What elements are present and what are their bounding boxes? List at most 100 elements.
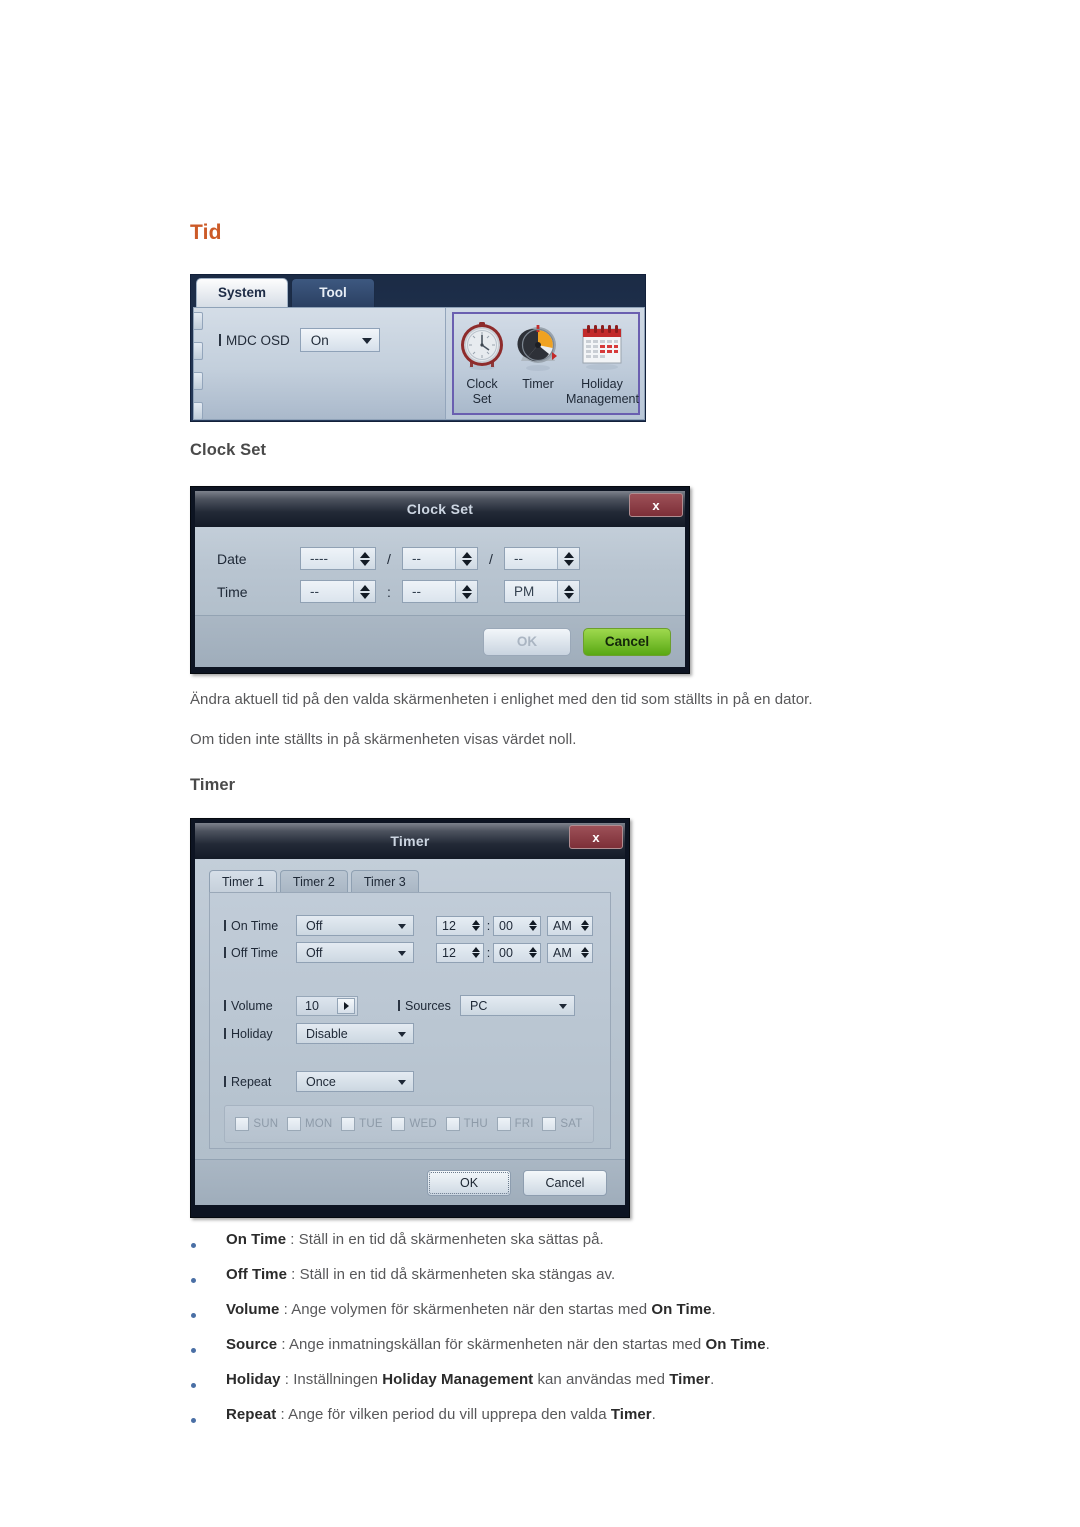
- checkbox-icon[interactable]: [542, 1117, 557, 1131]
- spinner-arrows-icon[interactable]: [557, 548, 579, 569]
- weekday-thu-label: THU: [463, 1118, 488, 1130]
- spinner-arrows-icon[interactable]: [578, 917, 591, 935]
- tab-timer-1[interactable]: Timer 1: [209, 870, 277, 893]
- clock-set-ok-button[interactable]: OK: [483, 627, 571, 656]
- checkbox-icon[interactable]: [235, 1117, 250, 1131]
- sources-select[interactable]: PC: [460, 995, 575, 1016]
- checkbox-icon[interactable]: [286, 1117, 301, 1131]
- list-item: Holiday : Inställningen Holiday Manageme…: [186, 1371, 1046, 1406]
- repeat-select[interactable]: Once: [296, 1071, 414, 1092]
- checkbox-icon[interactable]: [391, 1117, 406, 1131]
- volume-row: Volume 10 Sources PC: [224, 995, 575, 1016]
- spinner-arrows-icon[interactable]: [469, 944, 482, 962]
- weekday-mon-label: MON: [304, 1118, 333, 1130]
- spinner-arrows-icon[interactable]: [526, 944, 539, 962]
- clock-set-icon: [454, 320, 510, 376]
- on-time-minute-spinner[interactable]: 00: [493, 915, 541, 936]
- spinner-arrows-icon[interactable]: [469, 917, 482, 935]
- weekday-tue[interactable]: TUE: [341, 1117, 383, 1131]
- volume-value: 10: [305, 998, 319, 1013]
- bullet-term-off-time: Off Time: [226, 1266, 287, 1283]
- timer-icon: [510, 320, 566, 376]
- bullet-sep: :: [279, 1301, 292, 1318]
- clock-set-button[interactable]: Clock Set: [454, 320, 510, 406]
- off-time-minute-value: 00: [499, 945, 513, 960]
- holiday-management-button[interactable]: Holiday Management: [566, 320, 639, 406]
- volume-slider[interactable]: 10: [296, 995, 358, 1016]
- checkbox-icon[interactable]: [496, 1117, 511, 1131]
- weekday-checkbox-group: SUN MON TUE WED THU FRI SAT: [224, 1105, 594, 1143]
- holiday-select[interactable]: Disable: [296, 1023, 414, 1044]
- chevron-down-icon: [398, 1031, 406, 1037]
- timer-cancel-button[interactable]: Cancel: [523, 1169, 607, 1196]
- time-meridiem-value: PM: [514, 584, 535, 599]
- list-item: On Time : Ställ in en tid då skärmenhete…: [186, 1231, 1046, 1266]
- bullet-text-holiday-end: .: [710, 1371, 715, 1388]
- time-meridiem-spinner[interactable]: PM: [504, 580, 580, 603]
- weekday-sun[interactable]: SUN: [235, 1117, 278, 1131]
- spinner-arrows-icon[interactable]: [455, 581, 477, 602]
- chevron-down-icon: [398, 950, 406, 956]
- spinner-arrows-icon[interactable]: [353, 581, 375, 602]
- spinner-arrows-icon[interactable]: [455, 548, 477, 569]
- timer-caption-line1: Timer: [522, 377, 554, 391]
- clock-set-dialog: Clock Set x Date ---- / -- / -- Time -- …: [190, 486, 690, 674]
- timer-ok-button[interactable]: OK: [427, 1169, 511, 1196]
- date-month-spinner[interactable]: --: [402, 547, 478, 570]
- checkbox-icon[interactable]: [445, 1117, 460, 1131]
- on-time-meridiem-spinner[interactable]: AM: [547, 915, 593, 936]
- mdc-panel-right: Clock Set Timer Holiday Management: [446, 308, 644, 419]
- close-icon[interactable]: x: [629, 493, 683, 517]
- holiday-caption-line1: Holiday: [581, 377, 623, 391]
- date-year-spinner[interactable]: ----: [300, 547, 376, 570]
- mdc-panel-left: MDC OSD On: [194, 308, 446, 420]
- on-time-hour-spinner[interactable]: 12: [436, 915, 484, 936]
- date-day-spinner[interactable]: --: [504, 547, 580, 570]
- on-time-mode-select[interactable]: Off: [296, 915, 414, 936]
- mdc-osd-select[interactable]: On: [299, 328, 380, 352]
- holiday-label: Holiday: [224, 1027, 296, 1041]
- date-separator-1: /: [387, 550, 391, 567]
- tab-system[interactable]: System: [196, 278, 288, 307]
- bullet-bold-holiday-timer: Timer: [669, 1371, 711, 1388]
- bullet-text-volume: Ange volymen för skärmenheten när den st…: [291, 1301, 652, 1318]
- time-minute-spinner[interactable]: --: [402, 580, 478, 603]
- spinner-arrows-icon[interactable]: [526, 917, 539, 935]
- tab-timer-2[interactable]: Timer 2: [279, 870, 348, 893]
- clock-set-caption-line2: Set: [472, 392, 492, 406]
- weekday-sat-label: SAT: [560, 1118, 583, 1130]
- time-icon-group: Clock Set Timer Holiday Management: [452, 312, 640, 415]
- timer-button[interactable]: Timer: [510, 320, 566, 392]
- on-time-minute-value: 00: [499, 918, 513, 933]
- tab-tool[interactable]: Tool: [291, 278, 375, 307]
- holiday-management-icon: [566, 320, 638, 376]
- time-hour-value: --: [310, 584, 319, 599]
- clock-set-titlebar: Clock Set x: [195, 491, 685, 527]
- off-time-meridiem-spinner[interactable]: AM: [547, 942, 593, 963]
- clock-set-body: Date ---- / -- / -- Time --: -- PM: [195, 527, 685, 615]
- spinner-arrows-icon[interactable]: [557, 581, 579, 602]
- bullet-text-source: Ange inmatningskällan för skärmenheten n…: [288, 1336, 706, 1353]
- volume-slider-thumb[interactable]: [337, 997, 355, 1014]
- spinner-arrows-icon[interactable]: [353, 548, 375, 569]
- off-time-minute-spinner[interactable]: 00: [493, 942, 541, 963]
- mdc-osd-value: On: [310, 332, 329, 348]
- spinner-arrows-icon[interactable]: [578, 944, 591, 962]
- close-icon[interactable]: x: [569, 825, 623, 849]
- weekday-fri[interactable]: FRI: [496, 1117, 534, 1131]
- weekday-sat[interactable]: SAT: [542, 1117, 582, 1131]
- timer-body: Timer 1 Timer 2 Timer 3 On Time Off 12:…: [195, 859, 625, 1159]
- weekday-mon[interactable]: MON: [286, 1117, 333, 1131]
- time-hour-spinner[interactable]: --: [300, 580, 376, 603]
- weekday-wed[interactable]: WED: [391, 1117, 437, 1131]
- clock-set-cancel-button[interactable]: Cancel: [583, 627, 671, 656]
- off-time-mode-select[interactable]: Off: [296, 942, 414, 963]
- weekday-thu[interactable]: THU: [445, 1117, 488, 1131]
- on-time-meridiem-value: AM: [553, 918, 572, 933]
- timer-1-pane: On Time Off 12 : 00 AM Off Time Off 12:…: [209, 892, 611, 1149]
- tab-timer-3[interactable]: Timer 3: [350, 870, 419, 893]
- bullet-text-repeat-end: .: [651, 1406, 656, 1423]
- checkbox-icon[interactable]: [341, 1117, 356, 1131]
- off-time-hour-spinner[interactable]: 12: [436, 942, 484, 963]
- date-month-value: --: [412, 551, 421, 566]
